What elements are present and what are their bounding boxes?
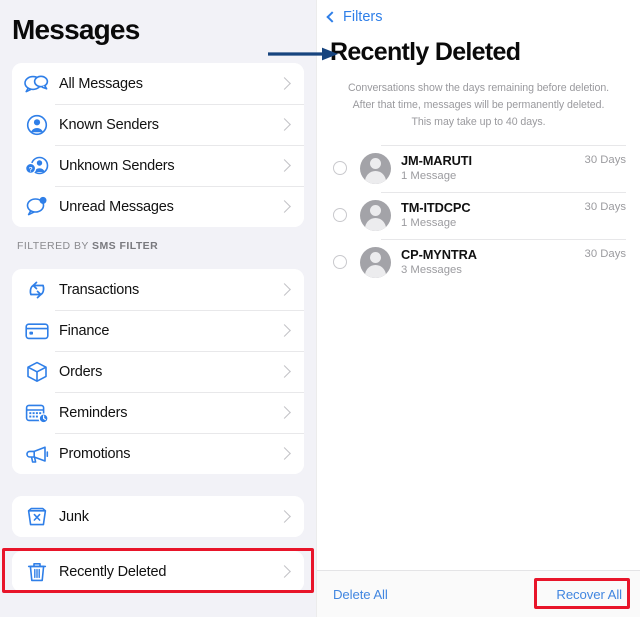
conversation-message-count: 1 Message	[401, 217, 457, 230]
conversation-days-remaining: 30 Days	[584, 247, 626, 260]
sidebar-item-reminders[interactable]: Reminders	[12, 392, 304, 434]
conversation-name: JM-MARUTI	[401, 153, 472, 169]
transfer-arrows-icon	[23, 276, 50, 303]
calendar-clock-icon	[23, 399, 50, 426]
credit-card-icon	[23, 317, 50, 344]
person-question-icon: ?	[23, 152, 50, 179]
sidebar-item-transactions[interactable]: Transactions	[12, 269, 304, 311]
recently-deleted-panel: Filters Recently Deleted Conversations s…	[316, 0, 640, 617]
sidebar-item-unknown-senders[interactable]: ? Unknown Senders	[12, 145, 304, 187]
list-item[interactable]: CP-MYNTRA 3 Messages 30 Days	[317, 238, 640, 286]
chevron-right-icon	[278, 324, 291, 338]
sidebar-item-unread-messages[interactable]: Unread Messages	[12, 186, 304, 228]
avatar	[360, 246, 391, 278]
package-box-icon	[23, 358, 50, 385]
chevron-right-icon	[278, 510, 291, 524]
conversation-days-remaining: 30 Days	[584, 153, 626, 166]
filters-group-recently-deleted: Recently Deleted	[12, 551, 304, 593]
list-item[interactable]: JM-MARUTI 1 Message 30 Days	[317, 144, 640, 192]
sidebar-item-label: Recently Deleted	[59, 563, 167, 580]
filters-group-junk: Junk	[12, 496, 304, 538]
conversation-name: TM-ITDCPC	[401, 200, 471, 216]
deletion-description: Conversations show the days remaining be…	[317, 67, 640, 131]
messages-filters-panel: Messages All Messages Known Senders ? Un…	[0, 0, 316, 617]
delete-all-button[interactable]: Delete All	[333, 587, 388, 602]
section-header-emphasis: SMS FILTER	[92, 240, 159, 253]
select-radio[interactable]	[333, 208, 347, 223]
svg-text:?: ?	[28, 166, 32, 173]
sidebar-item-label: Reminders	[59, 404, 128, 421]
sidebar-item-label: Junk	[59, 508, 89, 525]
chevron-right-icon	[278, 447, 291, 461]
back-to-filters-button[interactable]: Filters	[317, 0, 640, 25]
sidebar-item-orders[interactable]: Orders	[12, 351, 304, 393]
filters-group-primary: All Messages Known Senders ? Unknown Sen…	[12, 63, 304, 228]
screenshot-root: Messages All Messages Known Senders ? Un…	[0, 0, 640, 617]
junk-bin-icon	[23, 503, 50, 530]
sidebar-item-promotions[interactable]: Promotions	[12, 433, 304, 475]
conversation-text: TM-ITDCPC 1 Message	[401, 199, 585, 232]
bottom-toolbar: Delete All Recover All	[317, 570, 640, 617]
conversation-text: JM-MARUTI 1 Message	[401, 152, 585, 185]
back-label: Filters	[343, 9, 383, 25]
sidebar-item-label: Promotions	[59, 445, 131, 462]
speech-bubble-dot-icon	[23, 193, 50, 220]
chevron-right-icon	[278, 283, 291, 297]
sidebar-item-junk[interactable]: Junk	[12, 496, 304, 538]
chevron-right-icon	[278, 118, 291, 132]
person-circle-icon	[23, 111, 50, 138]
sidebar-item-label: All Messages	[59, 75, 143, 92]
conversation-text: CP-MYNTRA 3 Messages	[401, 246, 585, 279]
section-header-sms-filter: FILTERED BY SMS FILTER	[0, 227, 316, 259]
recently-deleted-title: Recently Deleted	[330, 38, 521, 66]
sidebar-item-finance[interactable]: Finance	[12, 310, 304, 352]
sidebar-item-label: Transactions	[59, 281, 140, 298]
sidebar-item-label: Unread Messages	[59, 198, 174, 215]
chevron-right-icon	[278, 406, 291, 420]
select-radio[interactable]	[333, 161, 347, 176]
sidebar-item-label: Unknown Senders	[59, 157, 175, 174]
chevron-right-icon	[278, 565, 291, 579]
conversation-message-count: 1 Message	[401, 170, 457, 183]
sidebar-item-label: Orders	[59, 363, 103, 380]
recover-all-button[interactable]: Recover All	[556, 587, 622, 602]
chevron-right-icon	[278, 77, 291, 91]
section-header-prefix: FILTERED BY	[17, 240, 93, 253]
filters-group-sms: Transactions Finance Orders Reminders Pr…	[12, 269, 304, 475]
sidebar-item-label: Finance	[59, 322, 110, 339]
description-line: After that time, messages will be perman…	[352, 98, 605, 111]
select-radio[interactable]	[333, 255, 347, 270]
conversation-days-remaining: 30 Days	[584, 200, 626, 213]
sidebar-item-label: Known Senders	[59, 116, 159, 133]
conversation-list: JM-MARUTI 1 Message 30 Days TM-ITDCPC 1 …	[317, 144, 640, 286]
chevron-right-icon	[278, 159, 291, 173]
chevron-right-icon	[278, 365, 291, 379]
pointer-arrow-annotation	[268, 47, 338, 61]
two-speech-bubbles-icon	[23, 70, 50, 97]
sidebar-item-known-senders[interactable]: Known Senders	[12, 104, 304, 146]
trash-icon	[23, 558, 50, 585]
description-line: This may take up to 40 days.	[411, 115, 546, 128]
conversation-message-count: 3 Messages	[401, 264, 462, 277]
conversation-name: CP-MYNTRA	[401, 247, 477, 263]
page-title: Messages	[12, 14, 140, 45]
chevron-left-icon	[326, 11, 338, 23]
description-line: Conversations show the days remaining be…	[347, 81, 610, 94]
avatar	[360, 199, 391, 231]
chevron-right-icon	[278, 200, 291, 214]
avatar	[360, 152, 391, 184]
sidebar-item-recently-deleted[interactable]: Recently Deleted	[12, 551, 304, 593]
list-item[interactable]: TM-ITDCPC 1 Message 30 Days	[317, 191, 640, 239]
megaphone-icon	[23, 440, 50, 467]
sidebar-item-all-messages[interactable]: All Messages	[12, 63, 304, 105]
